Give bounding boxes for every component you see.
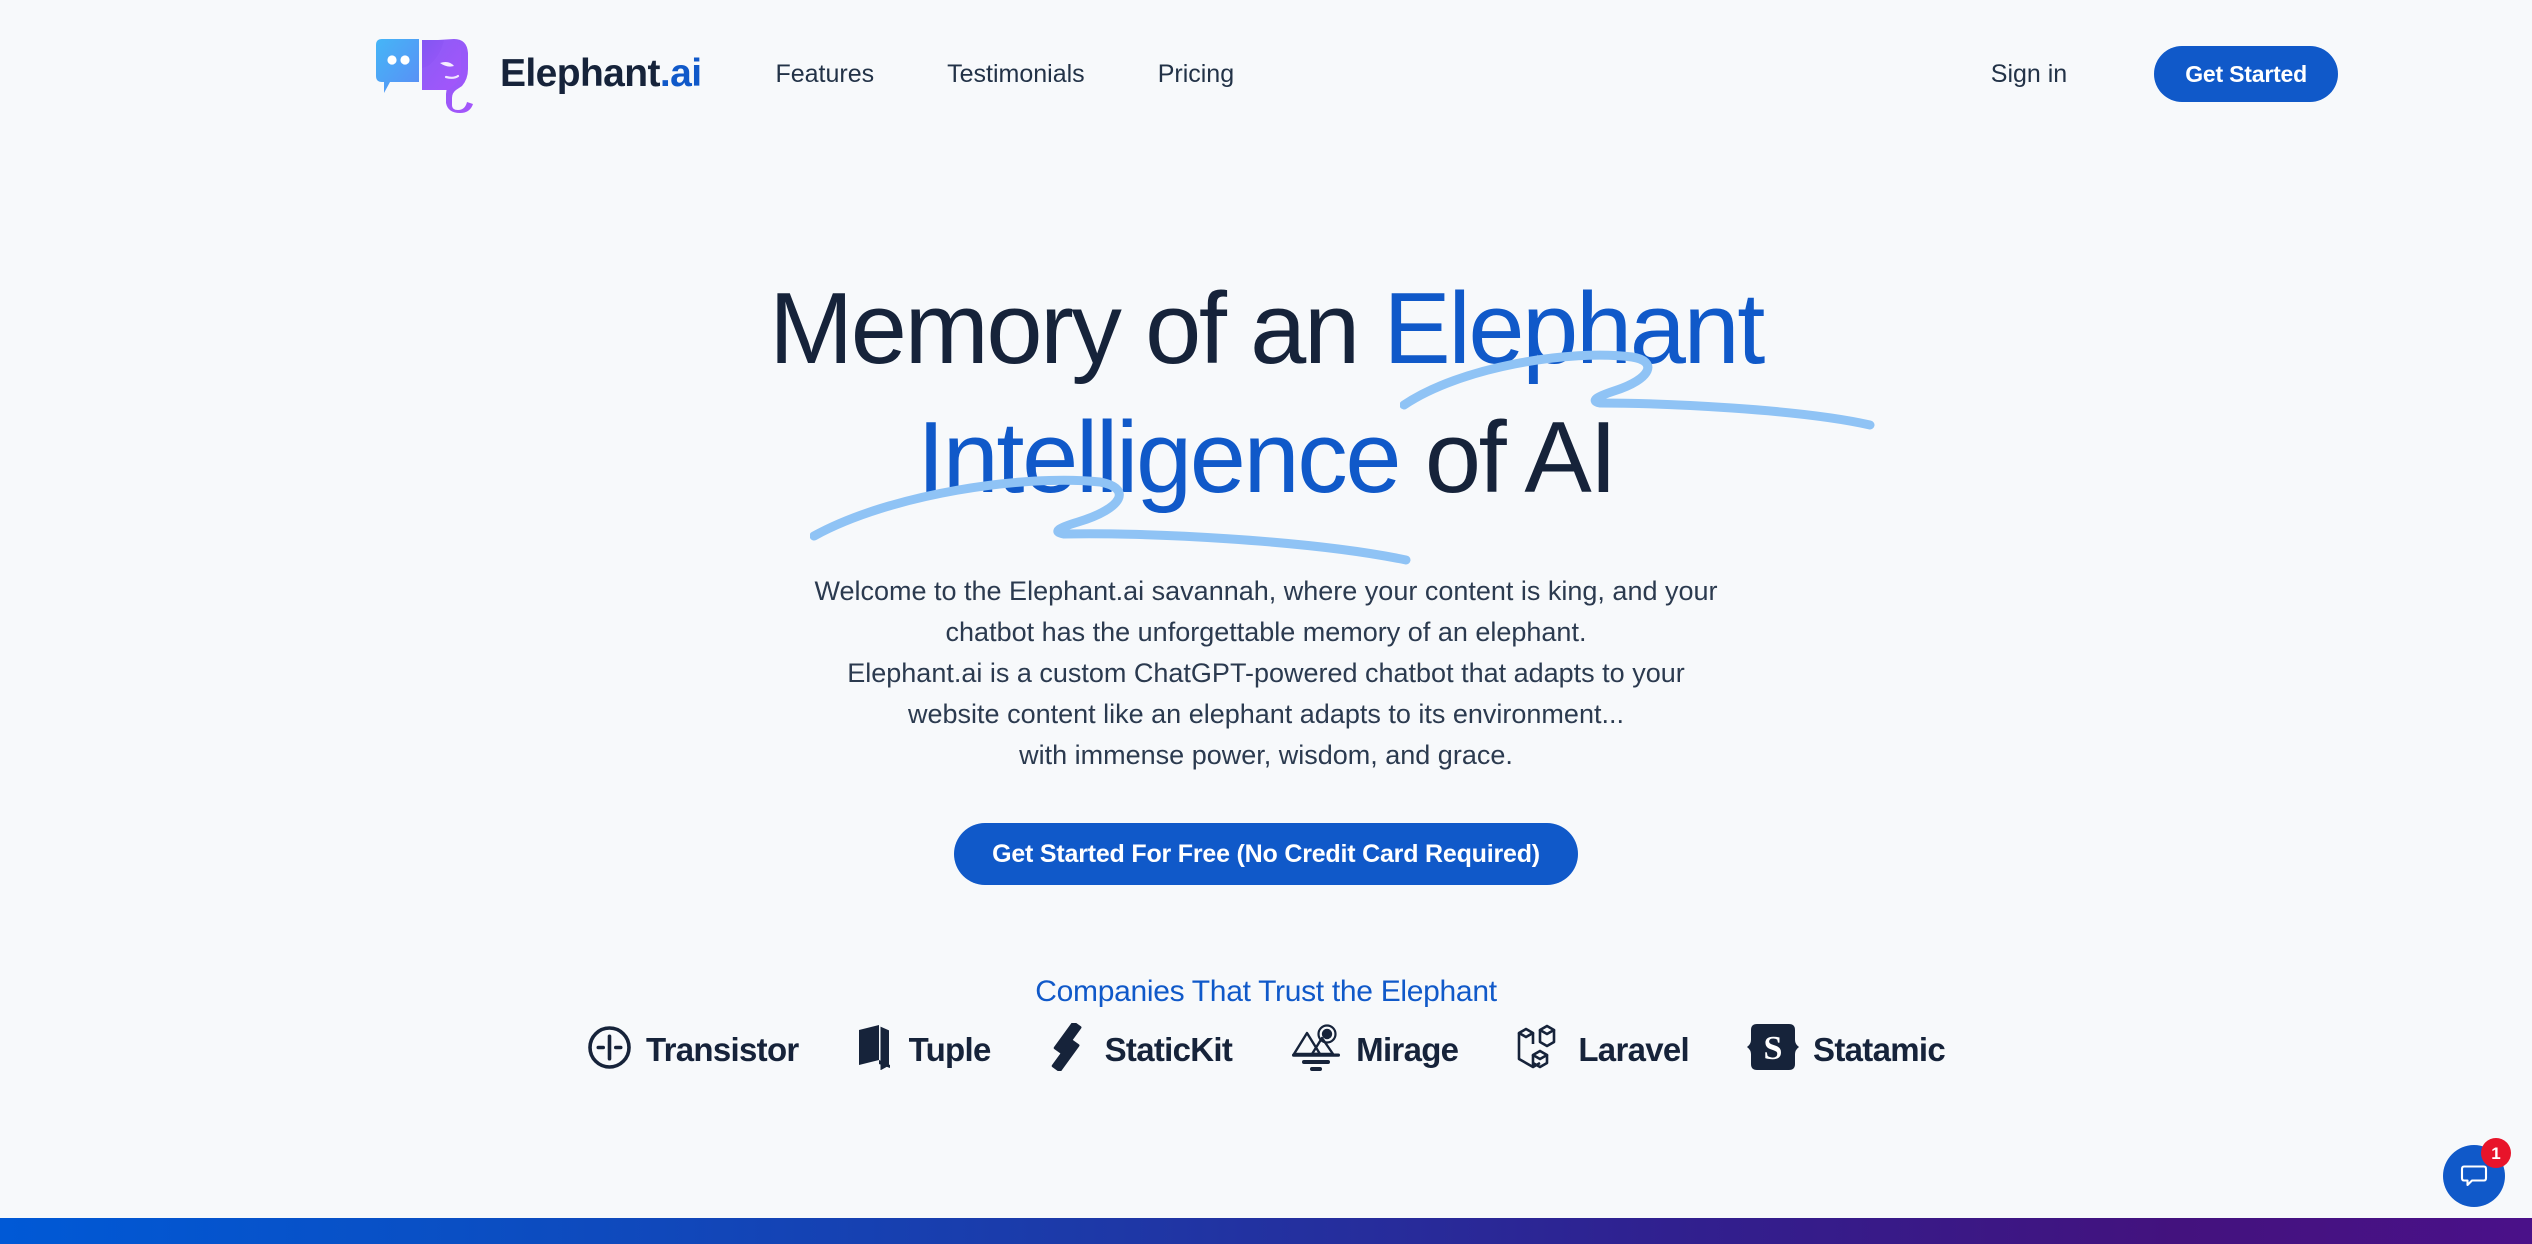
transistor-icon	[587, 1025, 632, 1075]
headline-line-2: Intelligence of AI	[917, 402, 1618, 515]
company-logo-transistor: Transistor	[587, 1025, 799, 1075]
subcopy-line-1: Welcome to the Elephant.ai savannah, whe…	[814, 576, 1718, 606]
company-name-statickit: StaticKit	[1104, 1030, 1233, 1068]
company-logo-laravel: Laravel	[1516, 1022, 1690, 1077]
tuple-icon	[857, 1024, 895, 1075]
company-name-tuple: Tuple	[908, 1030, 992, 1068]
chat-unread-badge: 1	[2481, 1138, 2511, 1168]
headline-line1-plain: Memory of an	[769, 273, 1384, 385]
company-logo-statamic: S Statamic	[1747, 1022, 1946, 1077]
company-logo-row: Transistor Tuple StaticKit Mirage Larave…	[0, 1021, 2532, 1077]
get-started-button[interactable]: Get Started	[2154, 46, 2338, 102]
company-name-laravel: Laravel	[1578, 1030, 1690, 1068]
bottom-gradient-bar	[0, 1218, 2532, 1244]
subcopy-line-4: website content like an elephant adapts …	[908, 699, 1624, 730]
page-title: Memory of an Elephant Intelligence of AI	[0, 265, 2532, 524]
elephant-chat-bubble-logo-icon	[370, 35, 488, 113]
company-name-mirage: Mirage	[1356, 1030, 1459, 1068]
subcopy-line-5: with immense power, wisdom, and grace.	[1019, 740, 1513, 771]
nav-link-pricing[interactable]: Pricing	[1158, 60, 1234, 89]
get-started-free-button[interactable]: Get Started For Free (No Credit Card Req…	[954, 823, 1578, 885]
svg-text:S: S	[1764, 1030, 1783, 1067]
nav-link-testimonials[interactable]: Testimonials	[947, 60, 1085, 89]
headline-line2-plain: of AI	[1399, 402, 1618, 515]
sign-in-link[interactable]: Sign in	[1991, 60, 2067, 89]
company-name-statamic: Statamic	[1813, 1030, 1946, 1068]
headline-line1-accent: Elephant	[1383, 273, 1765, 385]
brand-wordmark: Elephant.ai	[500, 52, 702, 96]
nav-right-group: Sign in Get Started	[1991, 46, 2338, 102]
brand-name-main: Elephant	[500, 52, 660, 95]
subcopy-line-2: chatbot has the unforgettable memory of …	[945, 617, 1587, 648]
subcopy-line-3: Elephant.ai is a custom ChatGPT-powered …	[847, 658, 1685, 689]
landing-page: Elephant.ai Features Testimonials Pricin…	[0, 0, 2532, 1244]
trusted-companies-title: Companies That Trust the Elephant	[1035, 975, 1497, 1008]
laravel-icon	[1516, 1022, 1564, 1077]
top-navigation-bar: Elephant.ai Features Testimonials Pricin…	[0, 0, 2532, 148]
hero-cta-container: Get Started For Free (No Credit Card Req…	[0, 823, 2532, 885]
statickit-icon	[1049, 1021, 1091, 1076]
primary-nav-links: Features Testimonials Pricing	[775, 60, 1234, 89]
hero-subcopy: Welcome to the Elephant.ai savannah, whe…	[0, 571, 2532, 776]
mirage-icon	[1290, 1023, 1342, 1076]
brand-logo-link[interactable]: Elephant.ai	[370, 35, 702, 113]
headline-line2-accent: Intelligence	[917, 402, 1402, 515]
nav-left-group: Elephant.ai Features Testimonials Pricin…	[370, 35, 1234, 113]
statamic-icon: S	[1747, 1022, 1800, 1077]
company-logo-mirage: Mirage	[1290, 1023, 1459, 1076]
company-name-transistor: Transistor	[646, 1030, 799, 1068]
company-logo-statickit: StaticKit	[1049, 1021, 1233, 1076]
nav-link-features[interactable]: Features	[775, 60, 874, 89]
brand-name-suffix: .ai	[659, 52, 702, 95]
headline-line-1: Memory of an Elephant	[769, 273, 1765, 385]
chat-widget[interactable]: 1	[2443, 1138, 2511, 1207]
company-logo-tuple: Tuple	[857, 1024, 991, 1075]
